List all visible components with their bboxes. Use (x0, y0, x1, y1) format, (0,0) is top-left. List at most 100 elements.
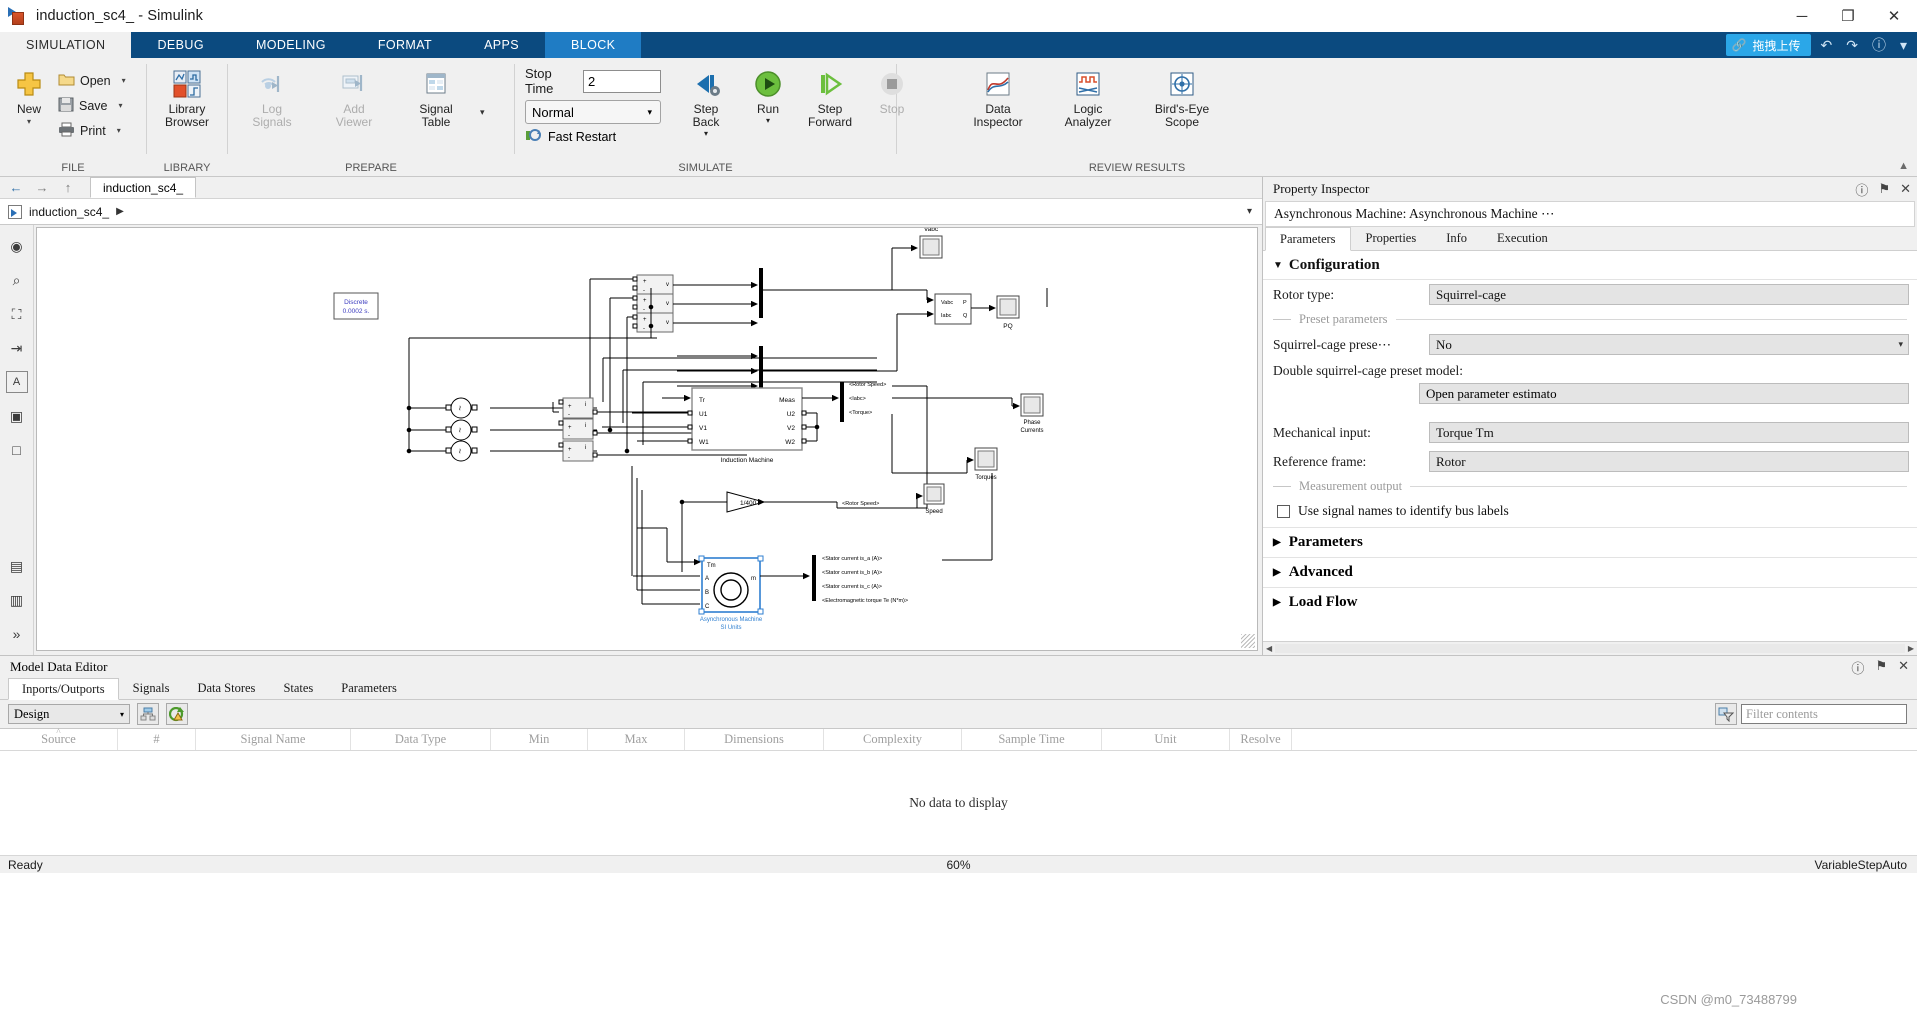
ribbon-tab-format[interactable]: FORMAT (352, 32, 458, 58)
scroll-right-icon[interactable]: ▶ (1908, 644, 1914, 653)
add-viewer-button[interactable]: Add Viewer (322, 64, 386, 129)
ribbon-tab-apps[interactable]: APPS (458, 32, 545, 58)
ribbon-tab-modeling[interactable]: MODELING (230, 32, 352, 58)
close-icon[interactable]: ✕ (1900, 181, 1911, 197)
image-icon[interactable]: ▣ (6, 405, 28, 427)
maximize-button[interactable]: ❐ (1825, 0, 1871, 32)
tab-inports-outports[interactable]: Inports/Outports (8, 678, 119, 700)
ribbon-tab-simulation[interactable]: SIMULATION (0, 32, 132, 58)
data-inspector-button[interactable]: Data Inspector (963, 64, 1033, 129)
step-forward-button[interactable]: Step Forward (799, 64, 861, 138)
tab-parameters[interactable]: Parameters (1265, 227, 1351, 251)
logic-analyzer-button[interactable]: Logic Analyzer (1053, 64, 1123, 129)
new-button[interactable]: New ▾ (4, 64, 54, 126)
column-header-min[interactable]: Min (491, 729, 588, 750)
minimize-button[interactable]: ─ (1779, 0, 1825, 32)
column-header-number[interactable]: # (118, 729, 196, 750)
breadcrumb-caret-icon[interactable]: ▾ (1247, 206, 1252, 217)
design-scope-select[interactable]: Design ▾ (8, 704, 130, 724)
column-header-sample-time[interactable]: Sample Time (962, 729, 1102, 750)
layout-icon[interactable]: ▥ (6, 589, 28, 611)
reference-frame-select[interactable]: Rotor (1429, 451, 1909, 472)
mechanical-input-select[interactable]: Torque Tm (1429, 422, 1909, 443)
tab-signals[interactable]: Signals (119, 678, 184, 699)
arrange-icon[interactable]: ⇥ (6, 337, 28, 359)
ribbon-collapse-caret-icon[interactable]: ▾ (1896, 37, 1911, 54)
annotation-icon[interactable]: A (5, 371, 28, 393)
breadcrumb-model[interactable]: induction_sc4_ (29, 205, 109, 219)
ribbon-tab-block[interactable]: BLOCK (545, 32, 642, 58)
explore-icon[interactable]: ◉ (6, 235, 28, 257)
redo-icon[interactable]: ↷ (1842, 37, 1862, 54)
open-caret-icon[interactable]: ▾ (122, 76, 126, 85)
undo-icon[interactable]: ↶ (1817, 37, 1837, 54)
section-load-flow[interactable]: ▶ Load Flow (1263, 587, 1917, 617)
forward-icon[interactable]: → (32, 180, 52, 195)
open-button[interactable]: Open ▾ (58, 68, 126, 93)
birds-eye-scope-button[interactable]: Bird's-Eye Scope (1143, 64, 1221, 129)
simulation-mode-select[interactable]: Normal ▾ (525, 100, 661, 124)
fast-restart-toggle[interactable]: Fast Restart (525, 128, 661, 145)
model-tab[interactable]: induction_sc4_ (90, 177, 197, 198)
back-icon[interactable]: ← (6, 180, 26, 195)
signal-table-button[interactable]: Signal Table (404, 64, 468, 129)
column-header-data-type[interactable]: Data Type (351, 729, 491, 750)
rotor-type-select[interactable]: Squirrel-cage (1429, 284, 1909, 305)
save-button[interactable]: Save ▾ (58, 93, 126, 118)
column-header-signal-name[interactable]: Signal Name (196, 729, 351, 750)
pin-icon[interactable]: ⚑ (1875, 658, 1887, 677)
section-parameters[interactable]: ▶ Parameters (1263, 527, 1917, 557)
library-browser-button[interactable]: Library Browser (150, 64, 224, 129)
scroll-left-icon[interactable]: ◀ (1266, 644, 1272, 653)
print-button[interactable]: Print ▾ (58, 118, 126, 143)
area-icon[interactable]: □ (6, 439, 28, 461)
canvas-resize-grip[interactable] (1241, 634, 1255, 648)
pin-icon[interactable]: ⚑ (1878, 181, 1890, 197)
save-caret-icon[interactable]: ▾ (119, 101, 123, 110)
close-button[interactable]: ✕ (1871, 0, 1917, 32)
property-inspector-hscrollbar[interactable]: ◀ ▶ (1263, 641, 1917, 655)
step-back-caret-icon[interactable]: ▾ (704, 129, 708, 138)
zoom-icon[interactable]: ⌕ (6, 269, 28, 291)
tab-properties[interactable]: Properties (1351, 227, 1432, 250)
prepare-overflow-caret-icon[interactable]: ▾ (480, 107, 485, 118)
use-signal-names-checkbox[interactable]: Use signal names to identify bus labels (1263, 497, 1917, 527)
help-icon[interactable]: ⓘ (1855, 180, 1868, 199)
stop-time-input[interactable] (583, 69, 661, 93)
new-caret-icon[interactable]: ▾ (27, 117, 31, 126)
column-header-resolve[interactable]: Resolve (1230, 729, 1292, 750)
filter-icon[interactable] (1715, 703, 1737, 725)
column-header-max[interactable]: Max (588, 729, 685, 750)
squirrel-cage-preset-select[interactable]: No ▾ (1429, 334, 1909, 355)
upload-button[interactable]: 🔗 拖拽上传 (1725, 34, 1811, 56)
tab-execution[interactable]: Execution (1482, 227, 1563, 250)
scroll-track[interactable] (1275, 644, 1905, 653)
ribbon-tab-debug[interactable]: DEBUG (131, 32, 229, 58)
show-model-hierarchy-button[interactable] (137, 703, 159, 725)
ribbon-expand-icon[interactable]: ▲ (1898, 160, 1909, 172)
camera-icon[interactable]: ▤ (6, 555, 28, 577)
tab-data-stores[interactable]: Data Stores (183, 678, 269, 699)
open-parameter-estimator-button[interactable]: Open parameter estimato (1419, 383, 1909, 404)
run-caret-icon[interactable]: ▾ (766, 116, 770, 125)
log-signals-button[interactable]: Log Signals (240, 64, 304, 129)
help-icon[interactable]: ⓘ (1851, 658, 1864, 677)
section-advanced[interactable]: ▶ Advanced (1263, 557, 1917, 587)
refresh-warning-button[interactable] (166, 703, 188, 725)
print-caret-icon[interactable]: ▾ (117, 126, 121, 135)
tab-parameters[interactable]: Parameters (327, 678, 411, 699)
tab-states[interactable]: States (269, 678, 327, 699)
column-header-dimensions[interactable]: Dimensions (685, 729, 824, 750)
filter-input[interactable]: Filter contents (1741, 704, 1907, 724)
tab-info[interactable]: Info (1431, 227, 1482, 250)
run-button[interactable]: Run ▾ (737, 64, 799, 138)
close-icon[interactable]: ✕ (1898, 658, 1909, 677)
column-header-unit[interactable]: Unit (1102, 729, 1230, 750)
fit-to-view-icon[interactable]: ⛶ (6, 303, 28, 325)
column-header-complexity[interactable]: Complexity (824, 729, 962, 750)
help-icon[interactable]: ⓘ (1868, 35, 1890, 55)
section-configuration[interactable]: ▼ Configuration (1263, 251, 1917, 280)
simulink-canvas[interactable]: Discrete 0.0002 s. ~ ~ ~ + - + - + - v v… (36, 227, 1258, 651)
step-back-button[interactable]: Step Back ▾ (675, 64, 737, 138)
up-icon[interactable]: ↑ (58, 180, 78, 195)
